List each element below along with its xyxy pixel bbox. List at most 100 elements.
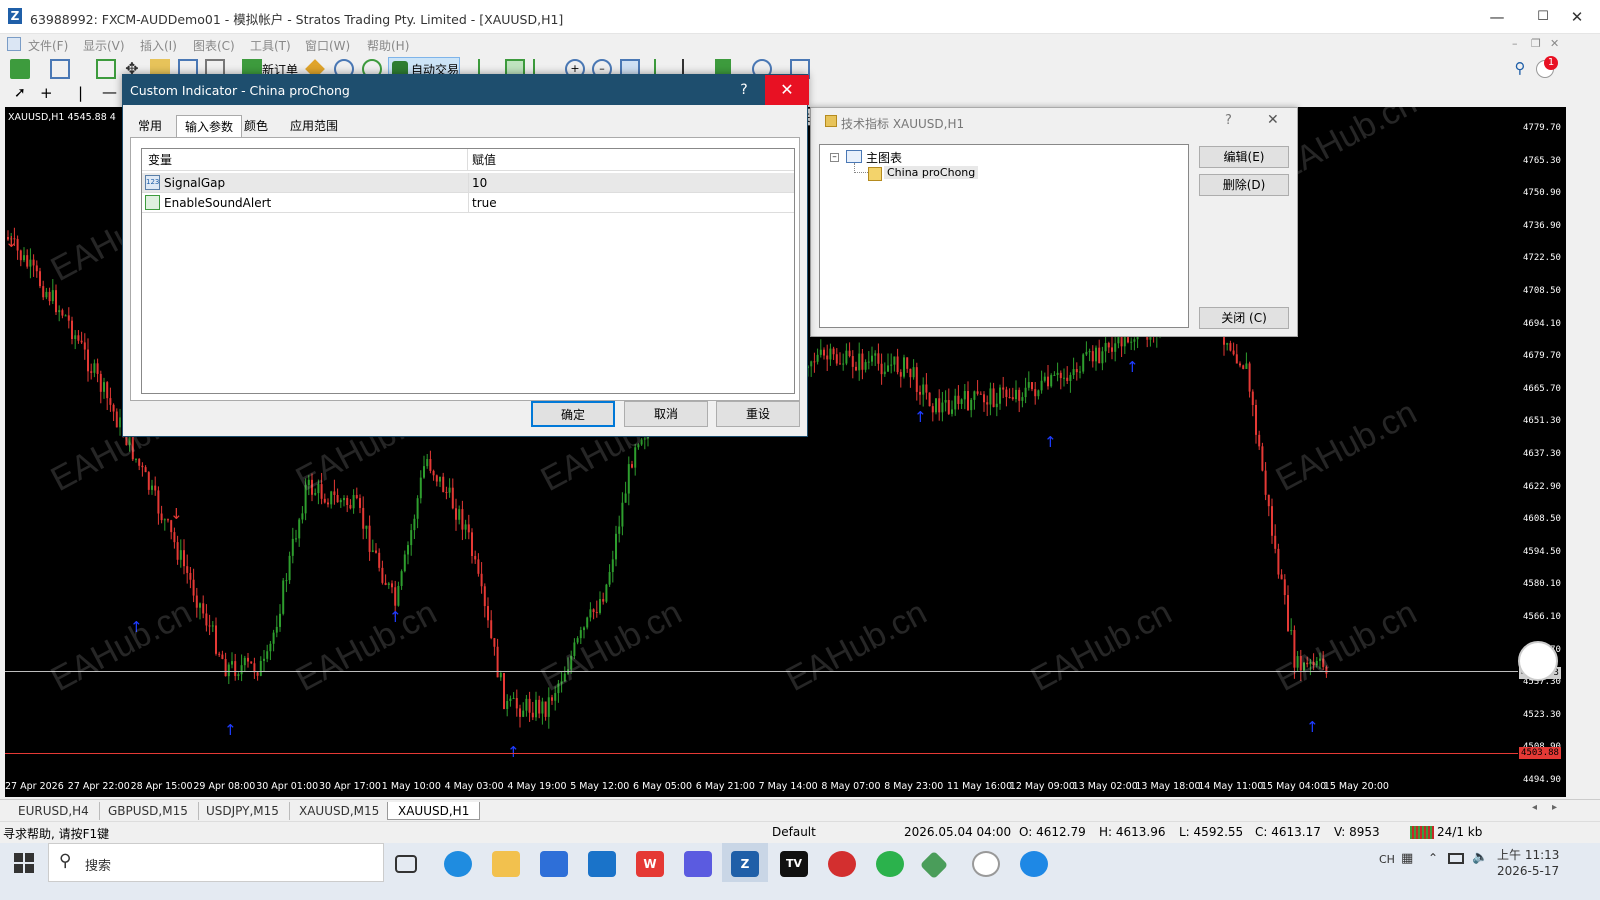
- chart-tab-xauusd-h1[interactable]: XAUUSD,H1: [387, 802, 481, 820]
- menu-insert[interactable]: 插入(I): [140, 37, 177, 54]
- clock-time[interactable]: 上午 11:13: [1497, 846, 1559, 863]
- profiles-icon[interactable]: [50, 59, 70, 79]
- candle-body: [103, 382, 105, 392]
- edit-button[interactable]: 编辑(E): [1199, 146, 1289, 168]
- menu-window[interactable]: 窗口(W): [305, 37, 350, 54]
- mail-icon[interactable]: [588, 851, 616, 877]
- candle-body: [1085, 351, 1088, 355]
- candle-body: [394, 587, 397, 606]
- candle-body: [71, 320, 73, 340]
- dialog-close-button[interactable]: ✕: [765, 75, 809, 105]
- ok-button[interactable]: 确定: [531, 401, 615, 427]
- mdi-restore-icon[interactable]: ❐: [1531, 37, 1541, 50]
- tree-root-main-chart[interactable]: 主图表: [866, 149, 902, 166]
- tab-inputs[interactable]: 输入参数: [176, 115, 243, 137]
- store-icon[interactable]: [540, 851, 568, 877]
- mdi-close-icon[interactable]: ✕: [1550, 37, 1559, 50]
- tradingview-icon[interactable]: TV: [780, 851, 808, 877]
- cancel-button[interactable]: 取消: [624, 401, 708, 427]
- tabs-scroll-right-icon[interactable]: ▸: [1552, 802, 1557, 813]
- column-header-value[interactable]: 赋值: [468, 149, 794, 171]
- menu-tools[interactable]: 工具(T): [250, 37, 291, 54]
- dialog-help-button[interactable]: ?: [733, 75, 755, 105]
- param-value[interactable]: 10: [472, 176, 487, 190]
- task-view-icon[interactable]: [395, 855, 417, 873]
- ime-indicator[interactable]: CH: [1379, 853, 1395, 866]
- dialog-title: Custom Indicator - China proChong: [130, 83, 350, 98]
- candle-body: [397, 585, 400, 606]
- candle-body: [935, 398, 937, 413]
- start-button[interactable]: [14, 853, 34, 873]
- close-button[interactable]: 关闭 (C): [1199, 307, 1289, 329]
- taskbar-search[interactable]: ⚲ 搜索: [48, 843, 384, 882]
- tab-visualization[interactable]: 应用范围: [282, 115, 346, 137]
- clock-date[interactable]: 2026-5-17: [1497, 864, 1559, 878]
- network-icon[interactable]: [1448, 853, 1464, 864]
- reset-button[interactable]: 重设: [716, 401, 800, 427]
- candle-body: [451, 487, 454, 509]
- chevron-up-icon[interactable]: ⌃: [1428, 851, 1438, 865]
- candle-body: [503, 672, 505, 709]
- avatar-app-icon[interactable]: [972, 851, 1000, 877]
- candle-body: [835, 354, 838, 364]
- candle-body: [874, 353, 877, 356]
- browser-icon[interactable]: [1020, 851, 1048, 877]
- market-watch-icon[interactable]: [96, 59, 116, 79]
- tabs-scroll-left-icon[interactable]: ◂: [1532, 802, 1537, 813]
- new-chart-icon[interactable]: [10, 59, 30, 79]
- avatar[interactable]: [1518, 641, 1558, 681]
- price-tick-label: 4736.90: [1523, 220, 1561, 231]
- minimize-button[interactable]: —: [1474, 0, 1520, 34]
- wps-icon[interactable]: W: [636, 851, 664, 877]
- candle-body: [1271, 506, 1273, 536]
- crosshair-icon[interactable]: +: [40, 84, 53, 102]
- mdi-minimize-icon[interactable]: –: [1512, 37, 1518, 50]
- chart-tab-usdjpy-m15[interactable]: USDJPY,M15: [196, 802, 290, 820]
- delete-button[interactable]: 删除(D): [1199, 174, 1289, 196]
- vertical-line-icon[interactable]: |: [78, 84, 83, 102]
- table-row[interactable]: EnableSoundAlert true: [142, 193, 794, 213]
- menu-help[interactable]: 帮助(H): [367, 37, 409, 54]
- search-icon[interactable]: ⚲: [1510, 59, 1530, 79]
- collapse-toggle-icon[interactable]: –: [830, 153, 839, 162]
- candle-body: [298, 519, 301, 539]
- metatrader-icon[interactable]: Z: [731, 851, 759, 877]
- param-value[interactable]: true: [472, 196, 497, 210]
- table-row[interactable]: 123 SignalGap 10: [142, 173, 794, 193]
- menu-file[interactable]: 文件(F): [28, 37, 68, 54]
- volume-icon[interactable]: 🔈: [1472, 850, 1488, 865]
- tree-item-china-prochong[interactable]: China proChong: [884, 166, 979, 179]
- price-tick-label: 4580.10: [1523, 579, 1561, 590]
- tech-dialog-close-button[interactable]: ✕: [1267, 112, 1279, 128]
- tech-dialog-help-button[interactable]: ?: [1225, 113, 1232, 128]
- file-explorer-icon[interactable]: [492, 851, 520, 877]
- candle-body: [419, 477, 422, 499]
- chart-tab-eurusd-h4[interactable]: EURUSD,H4: [8, 802, 100, 820]
- custom-indicator-dialog: Custom Indicator - China proChong ? ✕ 常用…: [122, 74, 809, 437]
- cursor-icon[interactable]: ➚: [14, 85, 26, 101]
- candle-body: [407, 545, 409, 555]
- app-icon-red[interactable]: [828, 851, 856, 877]
- candle-body: [624, 493, 627, 503]
- candle-body: [77, 335, 80, 341]
- candle-body: [832, 348, 835, 355]
- chart-tab-gbpusd-m15[interactable]: GBPUSD,M15: [98, 802, 199, 820]
- horizontal-line-icon[interactable]: —: [102, 83, 117, 101]
- candle-body: [445, 492, 448, 494]
- keyboard-grid-icon[interactable]: ▦: [1401, 851, 1413, 866]
- connection-status-icon[interactable]: [1410, 826, 1434, 839]
- document-icon[interactable]: [7, 37, 21, 51]
- menu-view[interactable]: 显示(V): [83, 37, 125, 54]
- app-icon-blue[interactable]: [684, 851, 712, 877]
- candle-body: [263, 658, 265, 661]
- wechat-icon[interactable]: [876, 851, 904, 877]
- column-header-variable[interactable]: 变量: [142, 149, 468, 171]
- chart-tab-xauusd-m15[interactable]: XAUUSD,M15: [289, 802, 391, 820]
- edge-icon[interactable]: [444, 851, 472, 877]
- close-window-button[interactable]: ✕: [1554, 0, 1600, 34]
- tab-colors[interactable]: 颜色: [236, 115, 276, 137]
- menu-chart[interactable]: 图表(C): [193, 37, 235, 54]
- indicator-tree[interactable]: – 主图表 China proChong: [819, 144, 1189, 328]
- candle-body: [157, 490, 160, 514]
- tab-common[interactable]: 常用: [130, 115, 170, 137]
